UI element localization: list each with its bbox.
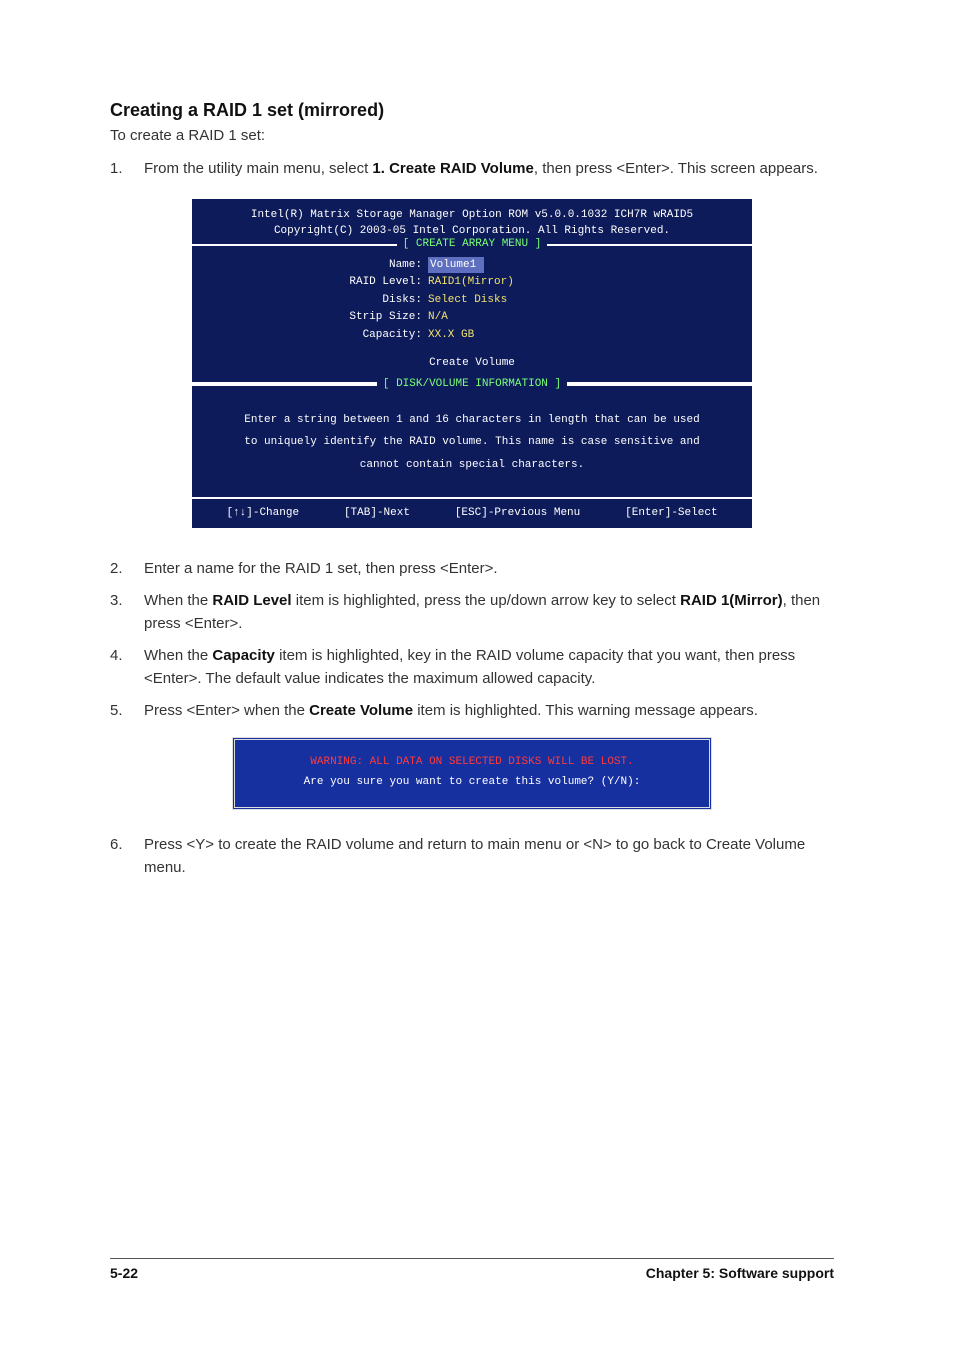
field-raid-level: RAID Level: RAID1(Mirror) [208,274,736,291]
terminal-screenshot: Intel(R) Matrix Storage Manager Option R… [192,199,752,528]
intro-text: To create a RAID 1 set: [110,127,834,144]
field-label: Strip Size: [208,309,428,326]
bold-text: RAID 1(Mirror) [680,592,783,609]
step-body: Press <Y> to create the RAID volume and … [144,834,834,879]
disk-volume-info-frame: [ DISK/VOLUME INFORMATION ] Enter a stri… [192,384,752,500]
text: From the utility main menu, select [144,160,372,177]
text: When the [144,647,212,664]
step-number: 4. [110,645,144,690]
key-hint-select: [Enter]-Select [625,505,717,522]
field-disks: Disks: Select Disks [208,292,736,309]
field-strip-size: Strip Size: N/A [208,309,736,326]
create-array-frame: [ CREATE ARRAY MENU ] Name: Volume1 RAID… [192,244,752,384]
step-body: Enter a name for the RAID 1 set, then pr… [144,558,834,581]
step-4: 4. When the Capacity item is highlighted… [110,645,834,690]
field-name: Name: Volume1 [208,257,736,274]
warning-dialog: WARNING: ALL DATA ON SELECTED DISKS WILL… [232,737,712,811]
terminal-title-1: Intel(R) Matrix Storage Manager Option R… [198,207,746,224]
field-value: RAID1(Mirror) [428,274,514,291]
step-1: 1. From the utility main menu, select 1.… [110,158,834,181]
field-label: Disks: [208,292,428,309]
field-label: Name: [208,257,428,274]
field-value: XX.X GB [428,327,474,344]
text: When the [144,592,212,609]
info-frame-title-text: [ DISK/VOLUME INFORMATION ] [377,378,567,390]
step-body: When the Capacity item is highlighted, k… [144,645,834,690]
page-footer: 5-22 Chapter 5: Software support [110,1258,834,1281]
text: item is highlighted. This warning messag… [413,702,758,719]
key-hint-previous: [ESC]-Previous Menu [455,505,580,522]
info-line: to uniquely identify the RAID volume. Th… [208,434,736,451]
key-hint-next: [TAB]-Next [344,505,410,522]
step-2: 2. Enter a name for the RAID 1 set, then… [110,558,834,581]
chapter-title: Chapter 5: Software support [646,1265,834,1281]
terminal-footer: [↑↓]-Change [TAB]-Next [ESC]-Previous Me… [192,499,752,528]
field-value: N/A [428,309,448,326]
step-6: 6. Press <Y> to create the RAID volume a… [110,834,834,879]
bold-text: Capacity [212,647,275,664]
bold-text: RAID Level [212,592,291,609]
step-5: 5. Press <Enter> when the Create Volume … [110,700,834,723]
field-value: Select Disks [428,292,507,309]
info-line: cannot contain special characters. [208,457,736,474]
step-number: 3. [110,590,144,635]
field-label: RAID Level: [208,274,428,291]
step-body: When the RAID Level item is highlighted,… [144,590,834,635]
text: item is highlighted, press the up/down a… [292,592,681,609]
frame-title: [ CREATE ARRAY MENU ] [192,236,752,253]
text: Press <Enter> when the [144,702,309,719]
info-line: Enter a string between 1 and 16 characte… [208,412,736,429]
step-number: 1. [110,158,144,181]
step-number: 6. [110,834,144,879]
info-frame-title: [ DISK/VOLUME INFORMATION ] [192,376,752,393]
field-capacity: Capacity: XX.X GB [208,327,736,344]
warning-prompt[interactable]: Are you sure you want to create this vol… [243,772,701,793]
step-number: 5. [110,700,144,723]
section-heading: Creating a RAID 1 set (mirrored) [110,100,834,121]
text: , then press <Enter>. This screen appear… [534,160,818,177]
page-number: 5-22 [110,1265,138,1281]
bold-text: Create Volume [309,702,413,719]
field-value-name[interactable]: Volume1 [428,257,484,274]
step-body: Press <Enter> when the Create Volume ite… [144,700,834,723]
warning-line: WARNING: ALL DATA ON SELECTED DISKS WILL… [243,752,701,773]
step-body: From the utility main menu, select 1. Cr… [144,158,834,181]
bold-text: 1. Create RAID Volume [372,160,533,177]
field-label: Capacity: [208,327,428,344]
key-hint-change: [↑↓]-Change [226,505,299,522]
create-volume-action[interactable]: Create Volume [208,355,736,372]
step-number: 2. [110,558,144,581]
step-3: 3. When the RAID Level item is highlight… [110,590,834,635]
frame-title-text: [ CREATE ARRAY MENU ] [397,238,548,250]
